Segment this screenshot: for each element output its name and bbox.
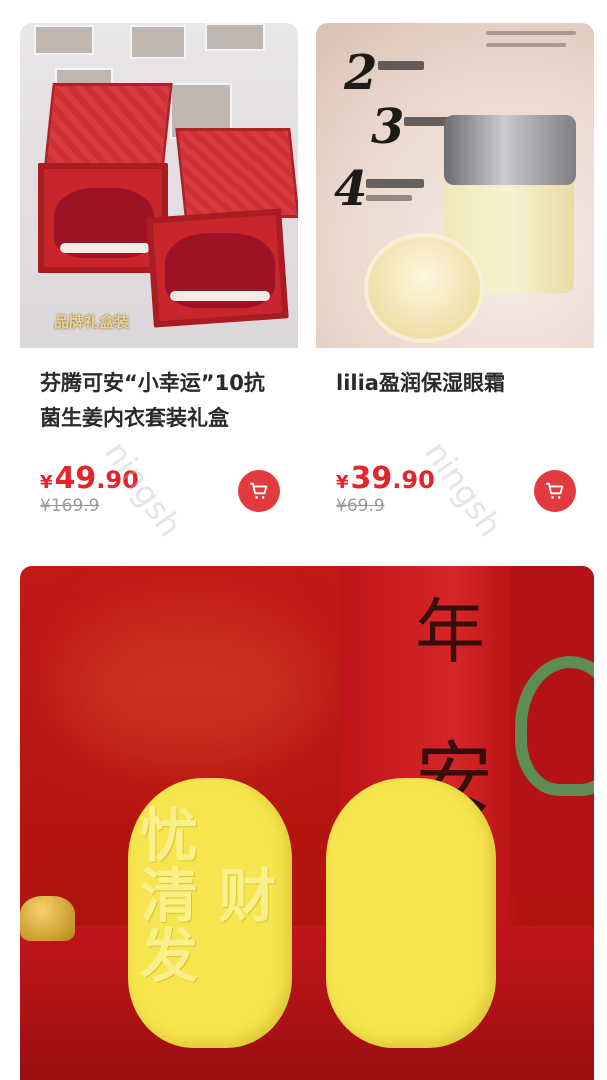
step-number-graphic: 2 <box>344 45 378 101</box>
product-title[interactable]: lilia盈润保湿眼霜 <box>336 366 574 438</box>
add-to-cart-button[interactable] <box>534 470 576 512</box>
text-line <box>486 31 576 35</box>
gift-box-lid <box>43 83 173 173</box>
background-photo <box>130 25 186 59</box>
shopping-cart-icon <box>249 482 268 499</box>
sale-price: ¥ 39 .90 <box>336 461 435 496</box>
original-price: ¥69.9 <box>336 496 385 516</box>
step-number-graphic: 3 <box>371 99 405 155</box>
text-line <box>486 43 566 47</box>
product-image-3[interactable]: 年 安 忧清 财发 <box>20 566 594 1080</box>
price-currency: ¥ <box>336 472 349 493</box>
jar-cap <box>444 115 576 185</box>
product-title[interactable]: 芬腾可安“小幸运”10抗菌生姜内衣套装礼盒 <box>40 366 278 438</box>
price-row: ¥ 39 .90 ¥69.9 <box>336 461 435 516</box>
product-image-2[interactable]: 2 3 4 <box>316 23 594 348</box>
garment-band <box>60 243 150 253</box>
red-table <box>20 926 594 1080</box>
price-currency: ¥ <box>40 472 53 493</box>
text-line <box>366 195 412 201</box>
gold-charm-back <box>326 778 496 1048</box>
image-tag: 品牌礼盒装 <box>54 313 130 331</box>
price-integer: 49 <box>54 461 97 496</box>
garment-band <box>170 291 270 301</box>
add-to-cart-button[interactable] <box>238 470 280 512</box>
step-number-graphic: 4 <box>334 161 368 217</box>
background-blur <box>60 606 320 766</box>
original-price: ¥169.9 <box>40 496 100 516</box>
price-integer: 39 <box>350 461 393 496</box>
background-photo <box>205 23 265 51</box>
open-cream-jar <box>364 233 484 343</box>
gift-box-lid <box>175 128 298 218</box>
shopping-cart-icon <box>545 482 564 499</box>
calligraphy-graphic: 年 <box>415 591 485 673</box>
gold-ingot <box>20 896 75 941</box>
text-line <box>378 61 424 70</box>
text-line <box>366 179 424 188</box>
background-photo <box>34 25 94 55</box>
product-card-1[interactable]: 品牌礼盒装 芬腾可安“小幸运”10抗菌生姜内衣套装礼盒 ¥ 49 .90 ¥16… <box>20 23 298 548</box>
gold-charm-engraving: 忧清 财发 <box>140 802 277 990</box>
product-image-1[interactable]: 品牌礼盒装 <box>20 23 298 348</box>
